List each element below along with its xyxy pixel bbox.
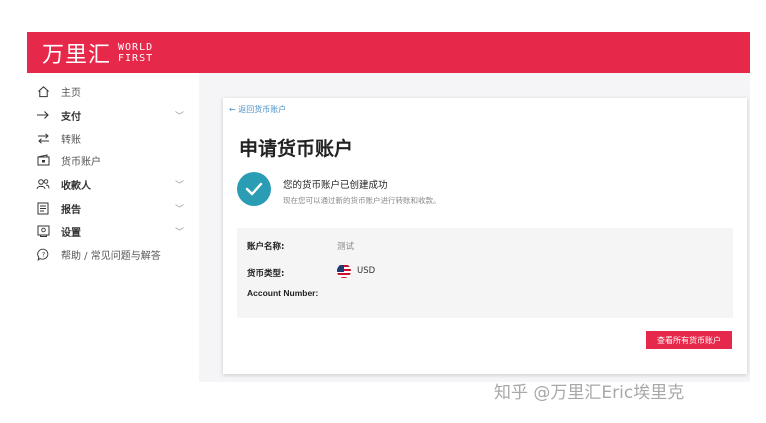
logo-en-line1: WORLD [118,41,154,53]
report-icon [35,200,51,216]
sidebar-item-label: 主页 [61,87,81,99]
people-icon [35,176,51,192]
sidebar-item-label: 收款人 [61,180,91,192]
account-info-box: 账户名称: 测试 货币类型: USD Account Number: [237,228,733,318]
sidebar-item-label: 帮助 / 常见问题与解答 [61,250,161,262]
settings-icon [35,223,51,239]
svg-text:?: ? [41,250,44,258]
sidebar-item-currency-accounts[interactable]: 货币账户 [27,150,199,170]
wallet-icon [35,152,51,168]
currency-code: USD [357,266,376,276]
home-icon [35,83,51,99]
transfer-icon [35,130,51,146]
sidebar-item-label: 转账 [61,134,81,146]
back-to-currency-accounts-link[interactable]: ← 返回货币账户 [229,104,286,115]
sidebar-item-label: 货币账户 [61,156,101,168]
chevron-down-icon: ﹀ [175,111,185,122]
view-all-currency-accounts-button[interactable]: 查看所有货币账户 [646,331,732,349]
account-name-value: 测试 [337,242,355,252]
success-title: 您的货币账户已创建成功 [283,180,388,191]
success-check-icon [237,172,271,206]
main-card: ← 返回货币账户 申请货币账户 您的货币账户已创建成功 现在您可以通过新的货币账… [223,98,747,374]
sidebar-item-settings[interactable]: 设置 ﹀ [27,221,199,241]
success-subtitle: 现在您可以通过新的货币账户进行转账和收款。 [283,196,441,205]
sidebar: 主页 支付 ﹀ 转账 货币账户 收款人 ﹀ 报告 ﹀ 设置 ﹀ ? 帮助 / 常… [27,73,199,382]
sidebar-item-transfer[interactable]: 转账 [27,128,199,148]
watermark-text: 知乎 @万里汇Eric埃里克 [494,383,685,403]
account-name-label: 账户名称: [247,242,285,252]
sidebar-item-label: 报告 [61,204,81,216]
sidebar-item-help[interactable]: ? 帮助 / 常见问题与解答 [27,244,199,264]
arrow-right-icon [35,107,51,123]
currency-type-value: USD [337,264,375,278]
chevron-down-icon: ﹀ [175,204,185,215]
sidebar-item-home[interactable]: 主页 [27,81,199,101]
page-title: 申请货币账户 [239,138,354,160]
sidebar-item-reports[interactable]: 报告 ﹀ [27,198,199,218]
sidebar-item-payees[interactable]: 收款人 ﹀ [27,174,199,194]
us-flag-icon [337,264,351,278]
logo-en-line2: FIRST [118,52,154,64]
top-header: 万里汇 WORLD FIRST [27,32,750,73]
account-number-label: Account Number: [247,288,319,298]
sidebar-item-payments[interactable]: 支付 ﹀ [27,105,199,125]
logo-cn[interactable]: 万里汇 [42,37,111,69]
app-frame: 万里汇 WORLD FIRST 主页 支付 ﹀ 转账 货币账户 收款人 ﹀ 报告… [27,32,750,382]
logo-en[interactable]: WORLD FIRST [118,42,153,64]
help-icon: ? [35,246,51,262]
sidebar-item-label: 设置 [61,227,81,239]
chevron-down-icon: ﹀ [175,227,185,238]
chevron-down-icon: ﹀ [175,180,185,191]
currency-type-label: 货币类型: [247,269,285,279]
sidebar-item-label: 支付 [61,111,81,123]
